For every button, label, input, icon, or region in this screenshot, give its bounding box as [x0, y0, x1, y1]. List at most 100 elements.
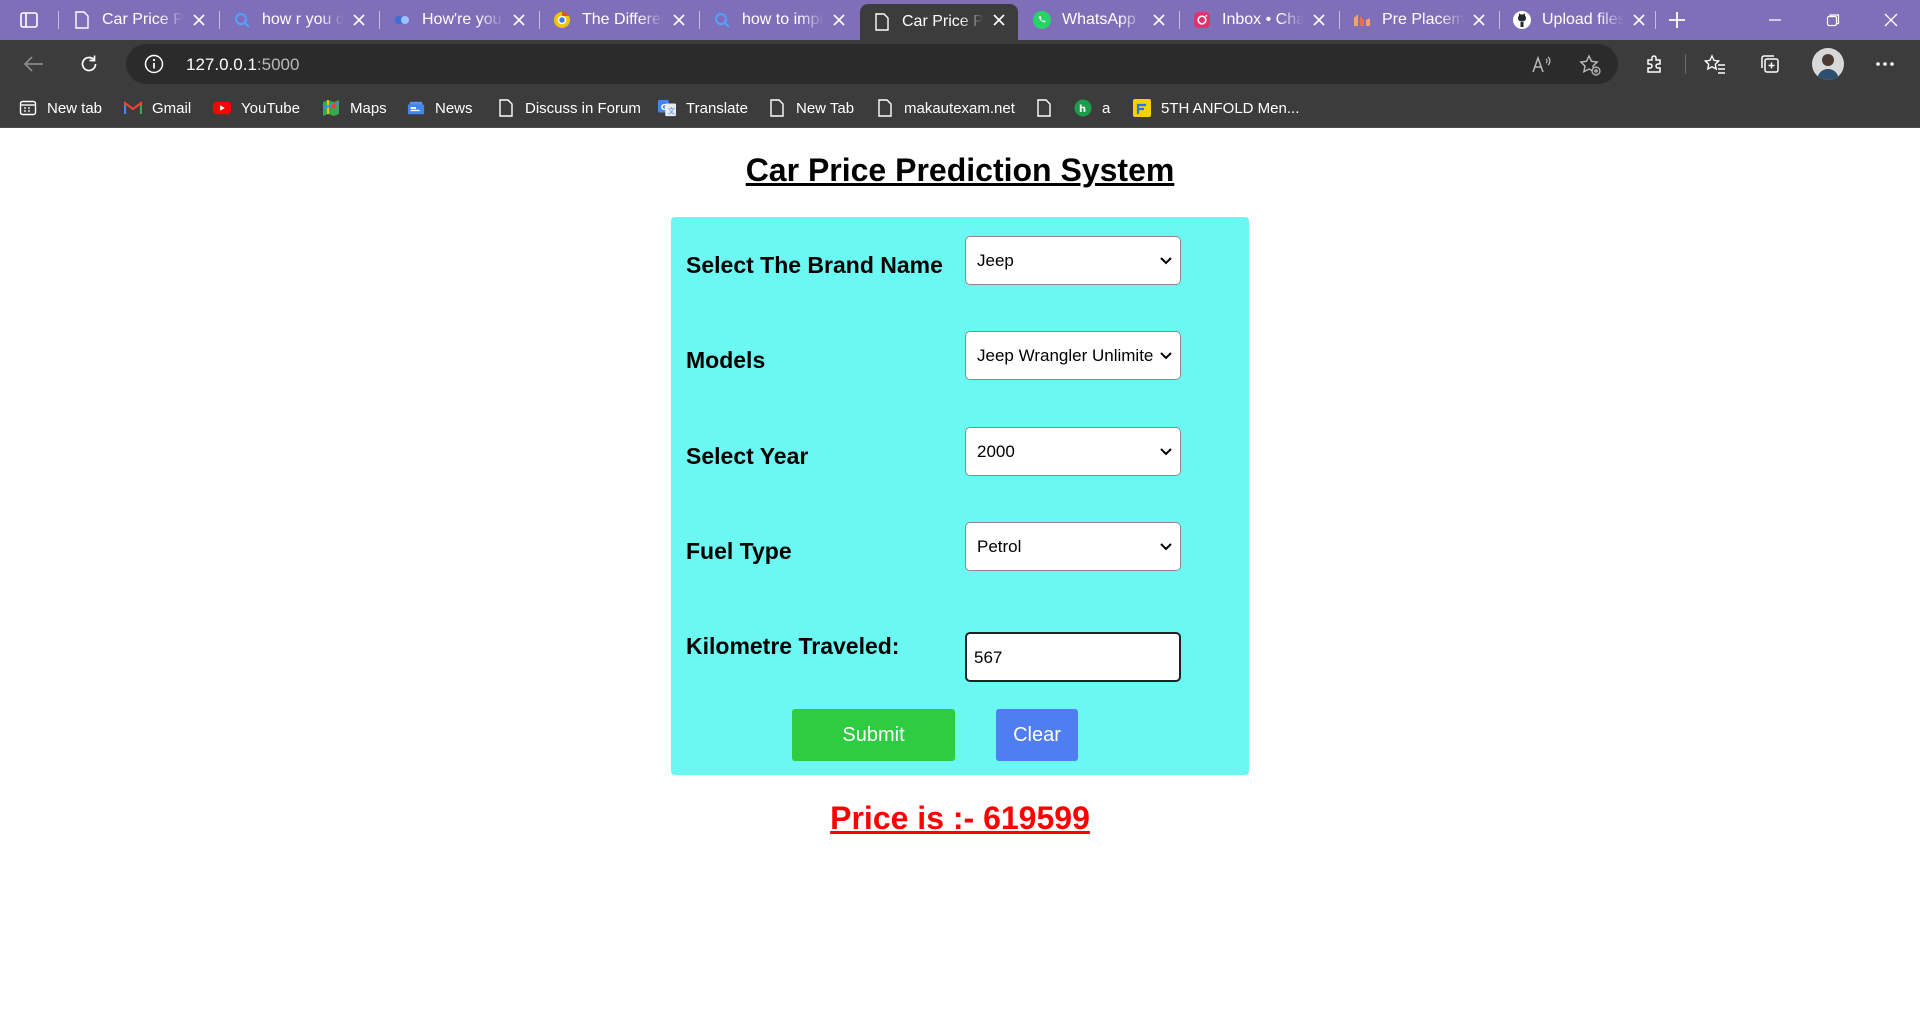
tab-title: The Difference [582, 11, 664, 28]
close-icon[interactable] [990, 11, 1008, 29]
tab-title: Inbox • Chats [1222, 11, 1304, 28]
year-select-value: 2000 [977, 442, 1015, 461]
tab-actions-menu-icon[interactable] [18, 9, 40, 31]
newtab-icon [19, 99, 37, 117]
close-icon[interactable] [1150, 11, 1168, 29]
site-info-icon[interactable] [144, 54, 164, 74]
profile-avatar[interactable] [1812, 48, 1844, 80]
bookmark-untitled[interactable] [1035, 96, 1063, 120]
close-icon[interactable] [1470, 11, 1488, 29]
tab-separator [58, 11, 59, 29]
tab-upload-files[interactable]: Upload files [1500, 4, 1658, 36]
bookmarks-bar: New tab Gmail YouTube Maps News Discuss … [0, 88, 1920, 128]
tab-the-difference[interactable]: The Difference [540, 4, 698, 36]
kilometre-input[interactable]: 567 [965, 632, 1181, 682]
close-icon[interactable] [510, 11, 528, 29]
brand-select[interactable]: Jeep [965, 236, 1181, 285]
youtube-icon [213, 99, 231, 117]
tab-title: WhatsApp [1062, 11, 1136, 28]
bookmark-a[interactable]: h a [1074, 96, 1110, 120]
minimize-icon[interactable] [1763, 8, 1787, 32]
bookmark-translate[interactable]: G文 Translate [658, 96, 748, 120]
flipkart-icon [1133, 99, 1151, 117]
page-icon [1035, 99, 1053, 117]
bookmark-label: New Tab [796, 99, 855, 117]
restore-icon[interactable] [1821, 8, 1845, 32]
submit-button[interactable]: Submit [792, 709, 955, 761]
bookmark-discuss-forum[interactable]: Discuss in Forum [497, 96, 641, 120]
url-port: :5000 [256, 55, 300, 74]
tab-title: Pre Placement [1382, 11, 1464, 28]
bookmark-new-tab[interactable]: New tab [19, 96, 102, 120]
tab-instagram-inbox[interactable]: Inbox • Chats [1180, 4, 1338, 36]
bookmark-label: a [1102, 99, 1111, 117]
tab-car-price-active[interactable]: Car Price Prediction [860, 4, 1018, 40]
bookmark-gmail[interactable]: Gmail [124, 96, 191, 120]
maps-icon [322, 99, 340, 117]
tab-how-to-improve[interactable]: how to improve [700, 4, 858, 36]
browser-tab-bar: Car Price Prediction how r you doing How… [0, 0, 1920, 40]
svg-text:文: 文 [668, 106, 675, 115]
browser-toolbar: 127.0.0.1:5000 [0, 40, 1920, 88]
more-options-icon[interactable] [1871, 50, 1899, 78]
url-text[interactable]: 127.0.0.1:5000 [186, 55, 299, 75]
site-icon [1352, 10, 1372, 30]
model-select[interactable]: Jeep Wrangler Unlimited [965, 331, 1181, 380]
tab-whatsapp[interactable]: WhatsApp [1020, 4, 1178, 36]
bookmark-label: New tab [47, 99, 103, 117]
bookmark-new-tab-2[interactable]: New Tab [768, 96, 854, 120]
back-arrow-icon[interactable] [20, 50, 48, 78]
bookmark-news[interactable]: News [407, 96, 473, 120]
news-icon [407, 99, 425, 117]
close-icon[interactable] [190, 11, 208, 29]
brand-label: Select The Brand Name [686, 252, 943, 278]
bookmark-anfold[interactable]: 5TH ANFOLD Men... [1133, 96, 1299, 120]
address-bar[interactable]: 127.0.0.1:5000 [126, 44, 1618, 84]
refresh-icon[interactable] [75, 50, 103, 78]
bookmark-label: YouTube [241, 99, 300, 117]
year-label: Select Year [686, 443, 809, 469]
close-icon[interactable] [1630, 11, 1648, 29]
bookmark-label: News [435, 99, 473, 117]
add-favorite-star-icon[interactable] [1578, 53, 1602, 77]
page-icon [497, 99, 515, 117]
collections-icon[interactable] [1756, 50, 1784, 78]
tab-title: Car Price Prediction [102, 11, 184, 28]
model-label: Models [686, 347, 766, 373]
fuel-select-value: Petrol [977, 537, 1022, 556]
bookmark-label: 5TH ANFOLD Men... [1161, 99, 1300, 117]
close-icon[interactable] [830, 11, 848, 29]
tab-pre-placement[interactable]: Pre Placement [1340, 4, 1498, 36]
read-aloud-icon[interactable] [1530, 53, 1554, 77]
window-close-icon[interactable] [1879, 8, 1903, 32]
fuel-select[interactable]: Petrol [965, 522, 1181, 571]
page-icon [72, 10, 92, 30]
search-icon [712, 10, 732, 30]
tab-separator [1655, 11, 1656, 29]
tab-car-price-1[interactable]: Car Price Prediction [60, 4, 218, 36]
close-icon[interactable] [350, 11, 368, 29]
tab-how-r-you[interactable]: how r you doing [220, 4, 378, 36]
bookmark-makautexam[interactable]: makautexam.net [876, 96, 1015, 120]
page-icon [768, 99, 786, 117]
clear-button[interactable]: Clear [996, 709, 1078, 761]
close-icon[interactable] [670, 11, 688, 29]
chrome-icon [552, 10, 572, 30]
bookmark-label: makautexam.net [904, 99, 1015, 117]
svg-text:h: h [1079, 104, 1086, 115]
bookmark-label: Maps [350, 99, 387, 117]
tab-howre-you[interactable]: How're you [380, 4, 538, 36]
close-icon[interactable] [1310, 11, 1328, 29]
instagram-icon [1192, 10, 1212, 30]
url-host: 127.0.0.1 [186, 55, 257, 74]
toolbar-divider [1685, 54, 1686, 74]
tab-title: Upload files [1542, 11, 1624, 28]
bookmark-youtube[interactable]: YouTube [213, 96, 300, 120]
new-tab-plus-icon[interactable] [1664, 7, 1690, 33]
extensions-puzzle-icon[interactable] [1641, 50, 1669, 78]
year-select[interactable]: 2000 [965, 427, 1181, 476]
page-icon [876, 99, 894, 117]
favorites-icon[interactable] [1701, 50, 1729, 78]
bookmark-maps[interactable]: Maps [322, 96, 387, 120]
translate-icon: G文 [658, 99, 676, 117]
